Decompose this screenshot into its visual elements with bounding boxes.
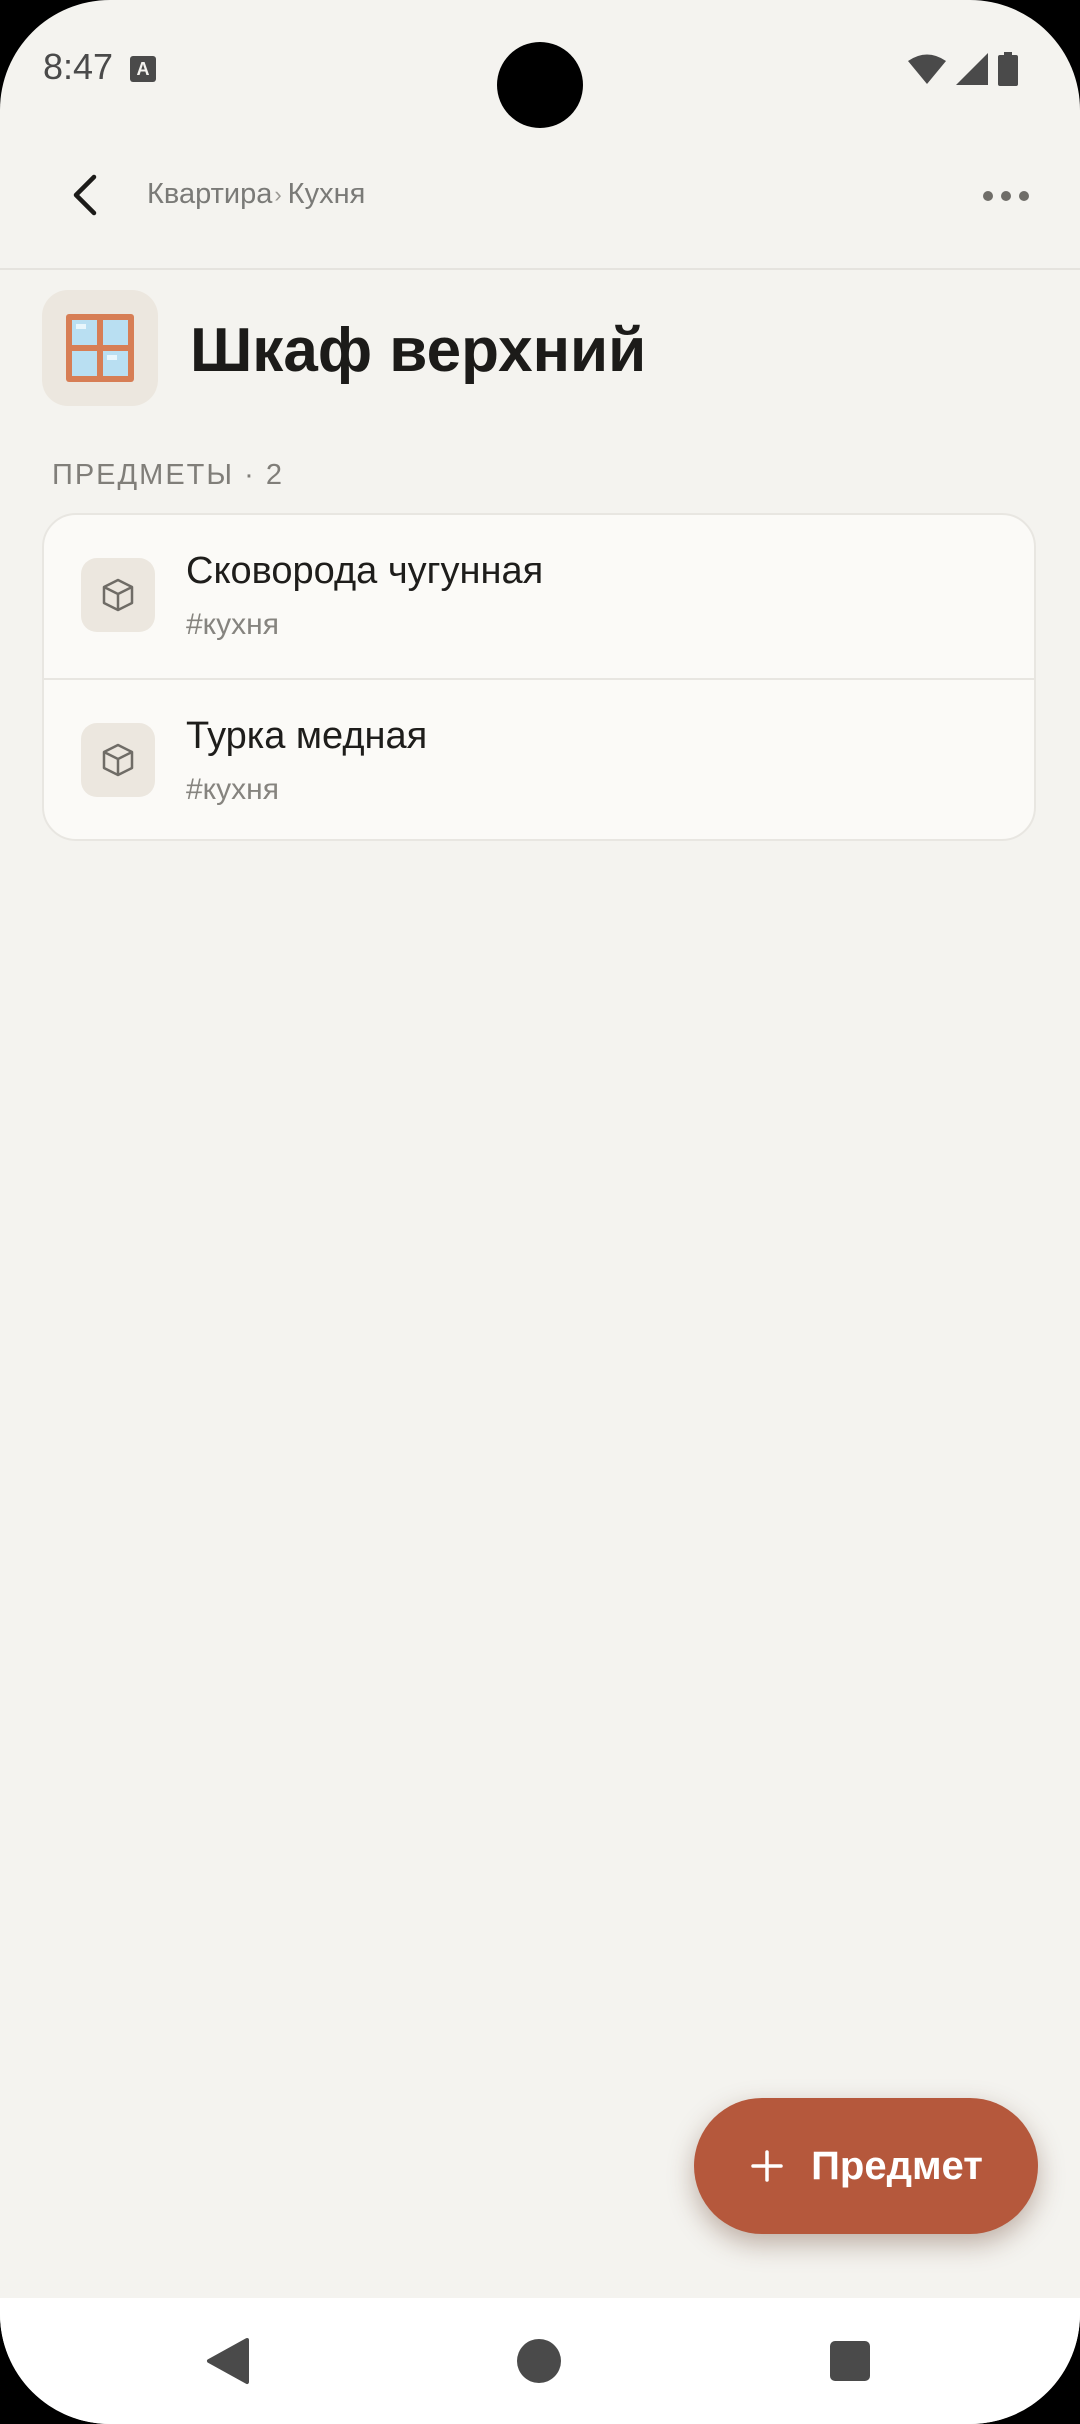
wifi-icon xyxy=(908,54,946,84)
system-navigation-bar xyxy=(0,2298,1080,2424)
more-horizontal-icon xyxy=(983,191,1029,201)
breadcrumb-item-kitchen[interactable]: Кухня xyxy=(288,178,366,211)
status-time: 8:47 xyxy=(43,46,114,87)
items-list: Сковорода чугунная #кухня Турка медная #… xyxy=(42,513,1036,841)
box-icon xyxy=(81,723,155,797)
window-icon xyxy=(66,314,134,382)
item-tag: #кухня xyxy=(186,773,279,806)
more-options-button[interactable] xyxy=(970,168,1042,224)
circle-home-icon xyxy=(517,2339,561,2383)
square-recents-icon xyxy=(830,2341,870,2381)
back-button[interactable] xyxy=(50,160,120,230)
nav-home-button[interactable] xyxy=(509,2331,569,2391)
add-item-button[interactable]: Предмет xyxy=(694,2098,1038,2234)
battery-icon xyxy=(998,52,1018,86)
list-item[interactable]: Турка медная #кухня xyxy=(44,678,1034,839)
screen: 8:47 A Квартира › Кухня Шкаф верхний ПРЕ… xyxy=(0,0,1080,2424)
triangle-back-icon xyxy=(207,2338,249,2384)
add-item-label: Предмет xyxy=(811,2143,983,2188)
items-section-label: ПРЕДМЕТЫ · 2 xyxy=(52,459,284,491)
box-icon xyxy=(81,558,155,632)
container-emoji-icon xyxy=(42,290,158,406)
signal-icon xyxy=(956,53,988,85)
chevron-left-icon xyxy=(73,174,97,216)
status-bar: 8:47 A xyxy=(0,0,1080,140)
nav-recents-button[interactable] xyxy=(820,2331,880,2391)
item-tag: #кухня xyxy=(186,608,279,641)
status-icons xyxy=(908,52,1018,86)
keyboard-notification-icon: A xyxy=(130,56,156,82)
breadcrumb-separator: › xyxy=(274,181,282,207)
nav-back-button[interactable] xyxy=(198,2331,258,2391)
list-item[interactable]: Сковорода чугунная #кухня xyxy=(44,515,1034,678)
top-app-bar: Квартира › Кухня xyxy=(0,140,1080,270)
item-title: Турка медная xyxy=(186,715,428,757)
plus-icon xyxy=(751,2150,783,2182)
container-header: Шкаф верхний xyxy=(42,290,1042,406)
breadcrumb-item-apartment[interactable]: Квартира xyxy=(147,178,272,211)
camera-cutout xyxy=(497,42,583,128)
item-title: Сковорода чугунная xyxy=(186,550,544,592)
breadcrumb: Квартира › Кухня xyxy=(147,178,365,211)
page-title: Шкаф верхний xyxy=(190,316,647,385)
